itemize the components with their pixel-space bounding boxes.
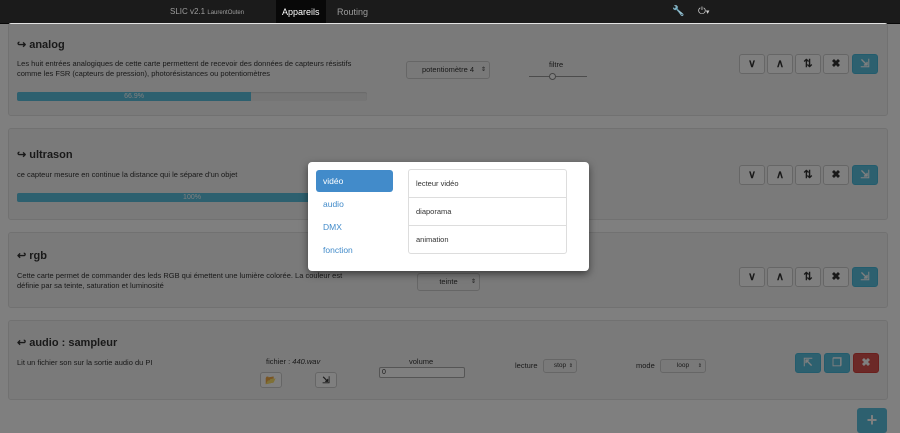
brand-author: LaurentOuten (207, 10, 245, 16)
navbar: SLIC v2.1 LaurentOuten Appareils Routing… (0, 0, 900, 24)
device-type-list: lecteur vidéo diaporama animation (408, 169, 567, 254)
list-item-animation[interactable]: animation (409, 226, 566, 254)
list-item-lecteur-video[interactable]: lecteur vidéo (409, 170, 566, 198)
tab-appareils[interactable]: Appareils (276, 0, 326, 24)
power-menu[interactable]: ⏻▾ (698, 0, 709, 24)
brand-name: SLIC v2.1 (170, 7, 206, 16)
category-pill-video[interactable]: vidéo (316, 170, 393, 192)
category-pill-fonction[interactable]: fonction (316, 239, 393, 261)
tab-routing[interactable]: Routing (337, 0, 368, 24)
app-brand[interactable]: SLIC v2.1 LaurentOuten (170, 7, 244, 16)
power-icon: ⏻ (698, 6, 706, 17)
category-pill-dmx[interactable]: DMX (316, 216, 393, 238)
add-device-modal: vidéo audio DMX fonction lecteur vidéo d… (308, 162, 589, 271)
category-pill-audio[interactable]: audio (316, 193, 393, 215)
wrench-icon[interactable]: 🔧 (672, 0, 684, 24)
chevron-down-icon: ▾ (705, 9, 710, 16)
list-item-diaporama[interactable]: diaporama (409, 198, 566, 226)
